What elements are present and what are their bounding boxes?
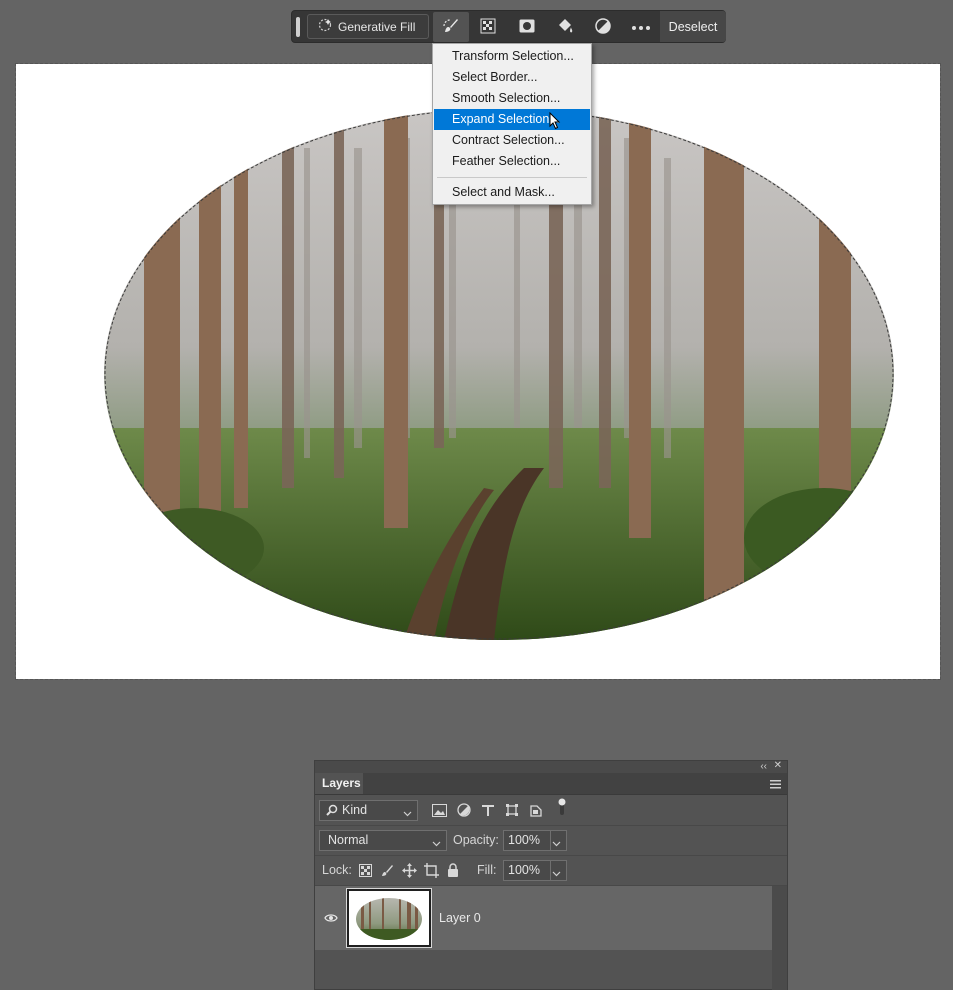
menu-item-smooth-selection[interactable]: Smooth Selection... (434, 88, 590, 109)
opacity-input[interactable]: 100% (503, 830, 567, 851)
menu-separator (437, 177, 587, 178)
filter-kind-select[interactable]: Kind (319, 800, 418, 821)
fill-input[interactable]: 100% (503, 860, 567, 881)
generative-fill-button[interactable]: Generative Fill (307, 14, 429, 39)
close-panel-icon[interactable]: ✕ (774, 760, 782, 771)
adjustment-layer-button[interactable] (585, 12, 621, 42)
filter-row: Kind (315, 795, 787, 826)
layers-scrollbar[interactable] (772, 886, 787, 990)
contextual-task-bar: Generative Fill Deselect (291, 10, 726, 43)
eye-visibility-icon[interactable] (324, 912, 338, 926)
lock-transparent-pixels-icon[interactable] (357, 862, 373, 878)
menu-item-expand-selection[interactable]: Expand Selection... (434, 109, 590, 130)
panel-menu-icon[interactable] (770, 778, 781, 792)
checker-mask-icon (479, 17, 497, 38)
menu-item-feather-selection[interactable]: Feather Selection... (434, 151, 590, 172)
drag-handle[interactable] (296, 17, 300, 37)
filter-toggle-icon[interactable] (554, 798, 570, 815)
generative-fill-icon (318, 18, 332, 35)
blend-mode-select[interactable]: Normal (319, 830, 447, 851)
lock-fill-row: Lock: Fill: 100% (315, 855, 787, 886)
mouse-cursor-icon (549, 111, 561, 133)
filter-shape-icon[interactable] (504, 802, 520, 818)
chevron-down-icon (403, 805, 412, 824)
chevron-down-icon[interactable] (552, 835, 561, 854)
lock-image-pixels-icon[interactable] (379, 862, 395, 878)
menu-item-select-border[interactable]: Select Border... (434, 67, 590, 88)
panel-tab-bar: Layers (315, 773, 787, 795)
invert-selection-button[interactable] (470, 12, 506, 42)
modify-selection-menu: Transform Selection... Select Border... … (432, 43, 592, 205)
fill-bucket-icon (556, 17, 574, 38)
layers-panel: ‹‹ ✕ Layers Kind Normal Opacity: 100% Lo… (314, 760, 788, 990)
filter-kind-label: Kind (342, 803, 368, 817)
deselect-button[interactable]: Deselect (660, 11, 726, 42)
modify-selection-button[interactable] (433, 12, 469, 42)
lock-all-icon[interactable] (445, 862, 461, 878)
menu-item-select-and-mask[interactable]: Select and Mask... (434, 182, 590, 203)
panel-header-strip: ‹‹ ✕ (315, 760, 787, 773)
more-options-button[interactable] (623, 12, 659, 42)
create-mask-button[interactable] (509, 12, 545, 42)
opacity-label: Opacity: (453, 833, 499, 847)
layer-row-layer-0[interactable]: Layer 0 (315, 886, 773, 950)
lock-artboard-icon[interactable] (423, 862, 439, 878)
adjustment-icon (594, 17, 612, 38)
lock-label: Lock: (322, 863, 352, 877)
mask-icon (518, 17, 536, 38)
menu-item-contract-selection[interactable]: Contract Selection... (434, 130, 590, 151)
tab-layers[interactable]: Layers (315, 773, 363, 794)
chevron-down-icon (432, 835, 441, 854)
blend-mode-label: Normal (328, 833, 369, 847)
filter-smart-object-icon[interactable] (528, 802, 544, 818)
opacity-value: 100% (508, 833, 540, 847)
menu-item-transform-selection[interactable]: Transform Selection... (434, 46, 590, 67)
lock-position-icon[interactable] (401, 862, 417, 878)
search-icon (326, 803, 338, 822)
collapse-panel-icon[interactable]: ‹‹ (760, 761, 767, 772)
filter-adjustment-icon[interactable] (456, 802, 472, 818)
more-icon (631, 20, 651, 34)
filter-pixel-icon[interactable] (431, 802, 447, 818)
filter-type-icon[interactable] (480, 802, 496, 818)
fill-value: 100% (508, 863, 540, 877)
brush-selection-icon (442, 17, 460, 38)
fill-selection-button[interactable] (547, 12, 583, 42)
layer-name[interactable]: Layer 0 (439, 886, 481, 950)
blend-opacity-row: Normal Opacity: 100% (315, 825, 787, 856)
generative-fill-label: Generative Fill (338, 19, 416, 34)
layer-thumbnail (346, 888, 432, 948)
chevron-down-icon[interactable] (552, 865, 561, 884)
fill-label: Fill: (477, 863, 497, 877)
